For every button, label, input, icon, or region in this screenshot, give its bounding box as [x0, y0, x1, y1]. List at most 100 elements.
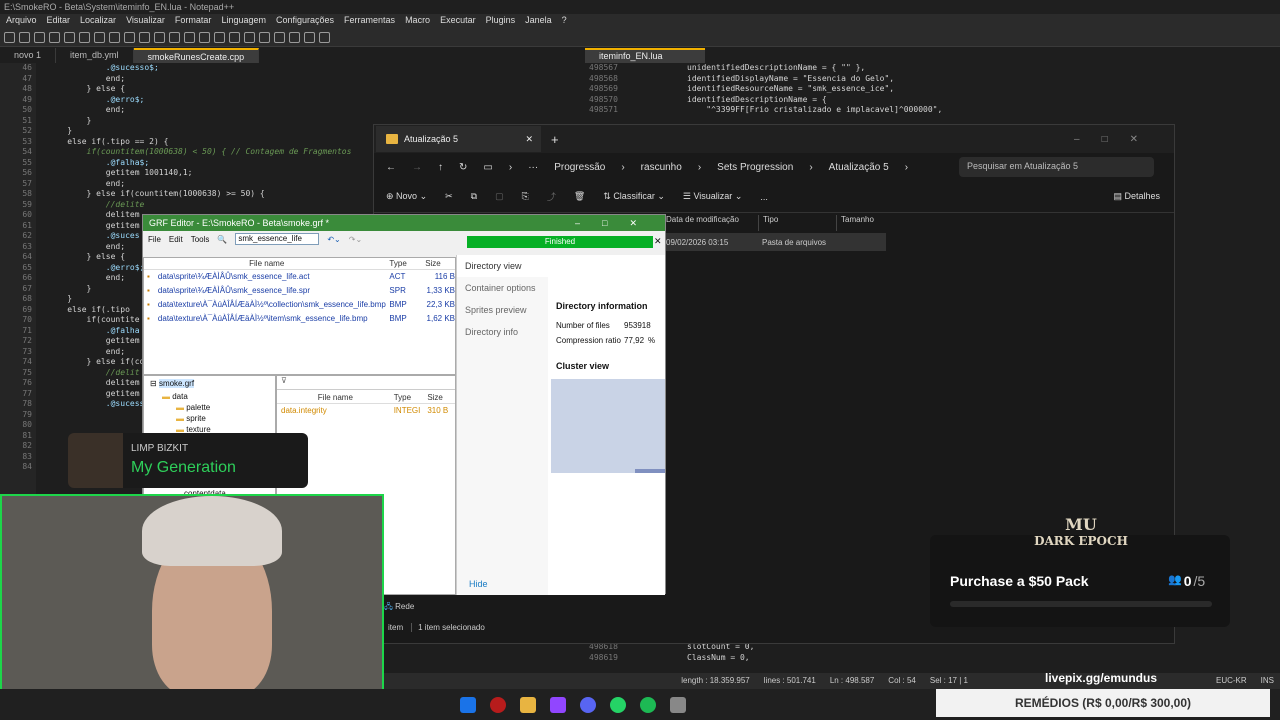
menu-formatar[interactable]: Formatar — [175, 15, 212, 28]
paste-icon[interactable]: ▢ — [495, 191, 504, 202]
grf-menu-file[interactable]: File — [148, 235, 161, 244]
tab-novo-1[interactable]: novo 1 — [0, 48, 57, 63]
right-bottom-code-area[interactable]: slotCount = 0, ClassNum = 0, — [687, 642, 754, 663]
tree-sprite[interactable]: ▬ sprite — [144, 413, 275, 424]
code-line[interactable]: if(countitem(1000638) < 50) { // Contage… — [48, 147, 352, 158]
save-icon[interactable] — [34, 32, 45, 43]
nav-sprites-preview[interactable]: Sprites preview — [457, 299, 548, 321]
breadcrumb-sets[interactable]: Sets Progression — [717, 162, 793, 173]
code-line[interactable]: identifiedDisplayName = "Essencia do Gel… — [687, 74, 942, 85]
paste-icon[interactable] — [139, 32, 150, 43]
menu-editar[interactable]: Editar — [47, 15, 71, 28]
search-input[interactable]: Pesquisar em Atualização 5 — [959, 157, 1154, 177]
computer-icon[interactable]: ▭ — [483, 162, 492, 173]
nav-container-options[interactable]: Container options — [457, 277, 548, 299]
view-button[interactable]: ☰ Visualizar ⌄ — [683, 191, 742, 202]
menu-configuracoes[interactable]: Configurações — [276, 15, 334, 28]
cut-icon[interactable]: ✂ — [445, 191, 453, 202]
menu-linguagem[interactable]: Linguagem — [221, 15, 266, 28]
code-line[interactable]: //delite — [48, 200, 351, 211]
zoom-out-icon[interactable] — [229, 32, 240, 43]
code-line[interactable]: .@sucesso$; — [48, 63, 351, 74]
code-editor-right[interactable]: 498567 498568 498569 498570 498571 unidentif… — [585, 63, 1275, 125]
col-filename[interactable]: File name — [144, 258, 389, 269]
app-red-icon[interactable] — [490, 696, 506, 713]
code-line[interactable]: } — [48, 126, 351, 137]
sub-file-row[interactable]: data.integrity INTEGI 310 B — [277, 404, 455, 418]
undo-icon[interactable] — [154, 32, 165, 43]
close-tab-icon[interactable]: ✕ — [525, 134, 533, 145]
code-line[interactable]: unidentifiedDescriptionName = { "" }, — [687, 63, 942, 74]
hide-link[interactable]: Hide — [469, 579, 488, 589]
refresh-icon[interactable]: ↻ — [459, 162, 467, 173]
new-button[interactable]: ⊕ Novo ⌄ — [386, 191, 427, 202]
menu-localizar[interactable]: Localizar — [80, 15, 116, 28]
code-line[interactable]: .@falha$; — [48, 158, 351, 169]
menu-executar[interactable]: Executar — [440, 15, 476, 28]
menu-ferramentas[interactable]: Ferramentas — [344, 15, 395, 28]
replace-icon[interactable] — [199, 32, 210, 43]
grf-menu-tools[interactable]: Tools — [191, 235, 210, 244]
code-line[interactable]: end; — [48, 74, 351, 85]
file-row[interactable]: ▪ data\sprite\¾ÆÀÌÅÛ\smk_essence_life.spr… — [144, 284, 455, 298]
undo-icon[interactable]: ↶⌄ — [327, 235, 340, 244]
folder-icon[interactable] — [520, 696, 536, 713]
find-icon[interactable] — [184, 32, 195, 43]
col-type[interactable]: Type — [389, 258, 425, 269]
new-file-icon[interactable] — [4, 32, 15, 43]
nav-directory-view[interactable]: Directory view — [457, 255, 548, 277]
code-line[interactable]: } else if(countitem(1000638) >= 50) { — [48, 189, 351, 200]
details-button[interactable]: ▤ Detalhes — [1113, 191, 1160, 202]
file-row[interactable]: ▪ data\sprite\¾ÆÀÌÅÛ\smk_essence_life.act… — [144, 270, 455, 284]
breadcrumb-atualizacao[interactable]: Atualização 5 — [829, 162, 889, 173]
share-icon[interactable]: ⤴ — [547, 190, 556, 203]
sort-button[interactable]: ⇅ Classificar ⌄ — [603, 191, 665, 202]
new-tab-icon[interactable]: + — [551, 132, 559, 147]
more-button[interactable]: ... — [760, 192, 768, 202]
tab-item-db[interactable]: item_db.yml — [56, 48, 134, 63]
code-line[interactable]: } — [48, 116, 351, 127]
breadcrumb-more-icon[interactable]: ··· — [528, 162, 538, 173]
discord-icon[interactable] — [580, 696, 596, 713]
record-macro-icon[interactable] — [304, 32, 315, 43]
twitch-icon[interactable] — [550, 696, 566, 713]
col-date[interactable]: Data de modificação — [662, 215, 758, 231]
redo-icon[interactable]: ↷⌄ — [349, 235, 362, 244]
code-line[interactable]: identifiedDescriptionName = { — [687, 95, 942, 106]
window-controls[interactable]: –□✕ — [1074, 134, 1160, 145]
menu-arquivo[interactable]: Arquivo — [6, 15, 37, 28]
cut-icon[interactable] — [109, 32, 120, 43]
open-file-icon[interactable] — [19, 32, 30, 43]
word-wrap-icon[interactable] — [259, 32, 270, 43]
tree-data[interactable]: ▬ data — [144, 391, 275, 402]
copy-icon[interactable]: ⧉ — [471, 191, 477, 202]
tree-palette[interactable]: ▬ palette — [144, 402, 275, 413]
print-icon[interactable] — [94, 32, 105, 43]
delete-icon[interactable]: 🗑 — [574, 191, 585, 202]
up-icon[interactable]: ↑ — [438, 162, 443, 173]
explorer-tab[interactable]: Atualização 5 ✕ — [376, 126, 541, 152]
redo-icon[interactable] — [169, 32, 180, 43]
file-row[interactable]: 09/02/2026 03:15 Pasta de arquivos — [662, 233, 886, 251]
close-icon[interactable] — [64, 32, 75, 43]
tree-root[interactable]: ⊟ smoke.grf — [144, 376, 275, 391]
back-icon[interactable]: ← — [386, 162, 396, 173]
sub-col-filename[interactable]: File name — [277, 392, 394, 403]
sidebar-item-rede[interactable]: 🖧 Rede — [384, 601, 414, 615]
spotify-icon[interactable] — [640, 696, 656, 713]
tab-smoke-runes-create[interactable]: smokeRunesCreate.cpp — [133, 48, 260, 63]
menu-plugins[interactable]: Plugins — [486, 15, 516, 28]
menu-help[interactable]: ? — [562, 15, 567, 28]
code-line[interactable]: getitem 1001140,1; — [48, 168, 351, 179]
forward-icon[interactable]: → — [412, 162, 422, 173]
code-line[interactable]: } else { — [48, 84, 351, 95]
menu-visualizar[interactable]: Visualizar — [126, 15, 165, 28]
filter-icon[interactable]: ⊽ — [277, 376, 455, 390]
nav-directory-info[interactable]: Directory info — [457, 321, 548, 343]
col-size[interactable]: Tamanho — [836, 215, 916, 231]
right-code-area[interactable]: unidentifiedDescriptionName = { "" }, ide… — [687, 63, 942, 116]
col-size[interactable]: Size — [425, 258, 455, 269]
file-row[interactable]: ▪ data\texture\À¯ÀúÀÎÅÍÆäÀÌ½º\item\smk_es… — [144, 312, 455, 326]
code-line[interactable]: ClassNum = 0, — [687, 653, 754, 664]
close-search-icon[interactable]: ✕ — [654, 236, 662, 247]
